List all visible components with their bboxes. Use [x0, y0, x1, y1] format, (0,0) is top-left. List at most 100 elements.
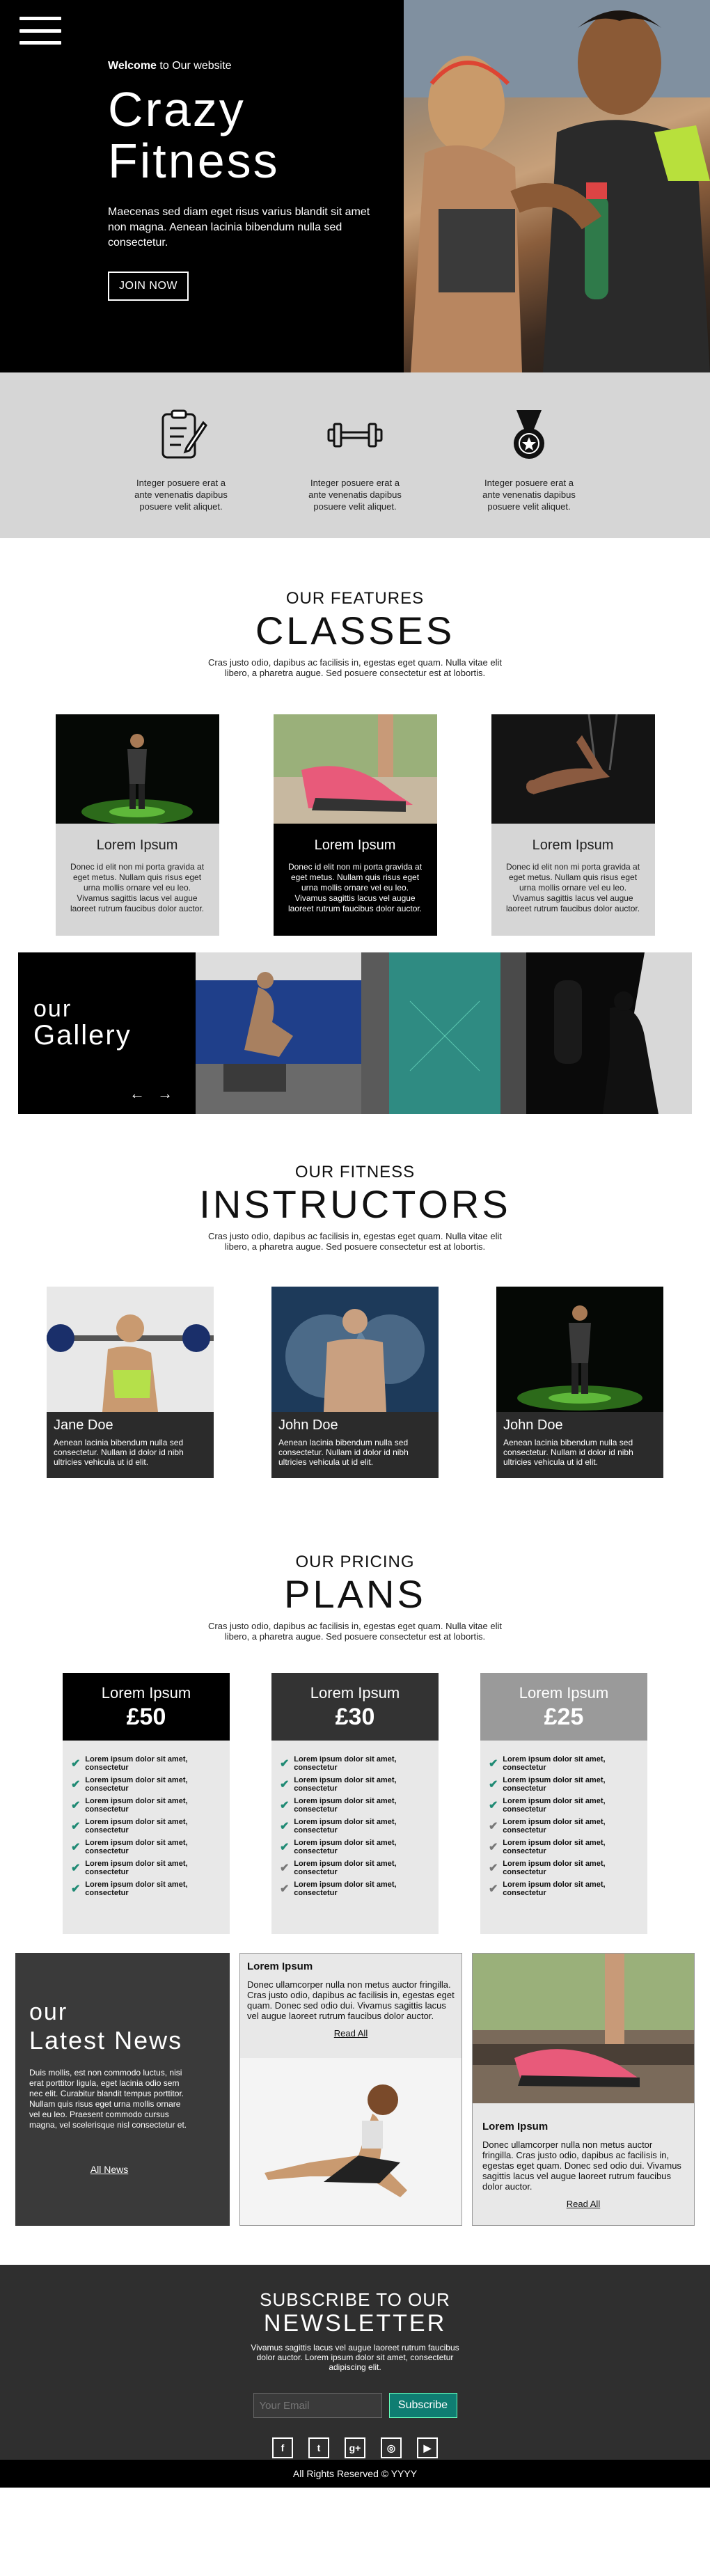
hero-welcome-bold: Welcome	[108, 60, 157, 72]
news-card-text: Lorem Ipsum Donec ullamcorper nulla non …	[240, 1954, 462, 2058]
class-card[interactable]: Lorem Ipsum Donec id elit non mi porta g…	[491, 714, 655, 936]
plan-name: Lorem Ipsum	[310, 1684, 400, 1702]
gallery-image[interactable]	[361, 952, 527, 1114]
read-all-link[interactable]: Read All	[482, 2199, 684, 2209]
hero-text: Welcome to Our website Crazy Fitness Mae…	[108, 60, 386, 301]
youtube-icon[interactable]: ▶	[417, 2437, 438, 2458]
newsletter-title: NEWSLETTER	[263, 2310, 447, 2337]
news-card-title: Lorem Ipsum	[247, 1961, 313, 1972]
plan-feature-item: ✔ Lorem ipsum dolor sit amet, consectetur	[489, 1753, 639, 1774]
plan-header: Lorem Ipsum £30	[271, 1673, 439, 1741]
read-all-link[interactable]: Read All	[247, 2028, 455, 2039]
check-icon: ✔	[280, 1862, 290, 1874]
instructor-text: Aenean lacinia bibendum nulla sed consec…	[54, 1438, 184, 1467]
news-card-body: Donec ullamcorper nulla non metus auctor…	[247, 1979, 455, 2021]
class-text: Donec id elit non mi porta gravida at eg…	[70, 862, 205, 913]
plan-feature-item: ✔ Lorem ipsum dolor sit amet, consectetur	[280, 1878, 430, 1899]
plan-card[interactable]: Lorem Ipsum £50 ✔ Lorem ipsum dolor sit a…	[63, 1673, 230, 1934]
email-field[interactable]	[253, 2393, 382, 2418]
class-title: Lorem Ipsum	[96, 838, 178, 853]
arrow-left-icon[interactable]: ←	[129, 1085, 149, 1102]
plan-feature-item: ✔ Lorem ipsum dolor sit amet, consectetur	[489, 1878, 639, 1899]
class-body: Lorem Ipsum Donec id elit non mi porta g…	[491, 824, 655, 936]
feature-item: Integer posuere erat a ante venenatis da…	[442, 407, 616, 538]
newsletter-form: Subscribe	[0, 2393, 710, 2418]
news-title: Latest News	[29, 2026, 183, 2055]
feature-text: Integer posuere erat a ante venenatis da…	[134, 478, 228, 512]
news-card-body: Donec ullamcorper nulla non metus auctor…	[482, 2139, 681, 2192]
plan-feature-item: ✔ Lorem ipsum dolor sit amet, consectetur	[280, 1774, 430, 1795]
check-icon: ✔	[71, 1779, 81, 1791]
plan-feature-text: Lorem ipsum dolor sit amet, consectetur	[503, 1755, 606, 1772]
instructor-body: John Doe Aenean lacinia bibendum nulla s…	[271, 1412, 439, 1478]
plan-feature-item: ✔ Lorem ipsum dolor sit amet, consectetur	[71, 1795, 221, 1816]
plan-feature-text: Lorem ipsum dolor sit amet, consectetur	[85, 1860, 188, 1876]
plan-feature-text: Lorem ipsum dolor sit amet, consectetur	[85, 1818, 188, 1835]
class-card[interactable]: Lorem Ipsum Donec id elit non mi porta g…	[55, 714, 219, 936]
hero-description: Maecenas sed diam eget risus varius blan…	[108, 206, 370, 249]
check-icon: ✔	[280, 1841, 290, 1853]
feature-item: Integer posuere erat a ante venenatis da…	[268, 407, 442, 538]
instructor-card[interactable]: Jane Doe Aenean lacinia bibendum nulla s…	[47, 1287, 214, 1478]
plan-price: £30	[335, 1704, 375, 1730]
plan-feature-text: Lorem ipsum dolor sit amet, consectetur	[294, 1880, 397, 1897]
plan-feature-text: Lorem ipsum dolor sit amet, consectetur	[503, 1797, 606, 1814]
section-title: CLASSES	[255, 608, 455, 652]
plan-feature-item: ✔ Lorem ipsum dolor sit amet, consectetur	[280, 1753, 430, 1774]
google-plus-icon[interactable]: g+	[345, 2437, 365, 2458]
instructor-card[interactable]: John Doe Aenean lacinia bibendum nulla s…	[496, 1287, 663, 1478]
check-icon: ✔	[489, 1800, 498, 1812]
plan-feature-item: ✔ Lorem ipsum dolor sit amet, consectetur	[489, 1774, 639, 1795]
plan-feature-item: ✔ Lorem ipsum dolor sit amet, consectetur	[489, 1837, 639, 1858]
check-icon: ✔	[71, 1883, 81, 1895]
plan-feature-text: Lorem ipsum dolor sit amet, consectetur	[85, 1797, 188, 1814]
subscribe-button[interactable]: Subscribe	[388, 2393, 457, 2418]
feature-text: Integer posuere erat a ante venenatis da…	[482, 478, 576, 512]
gallery-image[interactable]	[196, 952, 361, 1114]
instructor-name: Jane Doe	[54, 1417, 113, 1433]
menu-icon[interactable]	[19, 17, 61, 45]
plan-feature-text: Lorem ipsum dolor sit amet, consectetur	[294, 1860, 397, 1876]
plan-feature-list: ✔ Lorem ipsum dolor sit amet, consectetur…	[271, 1741, 439, 1899]
hero-welcome: Welcome to Our website	[108, 60, 386, 72]
plan-header: Lorem Ipsum £25	[480, 1673, 647, 1741]
class-image	[273, 714, 437, 824]
join-now-button[interactable]: JOIN NOW	[108, 272, 189, 301]
section-description: Cras justo odio, dapibus ac facilisis in…	[208, 657, 502, 678]
plan-name: Lorem Ipsum	[519, 1684, 609, 1702]
plan-feature-text: Lorem ipsum dolor sit amet, consectetur	[503, 1860, 606, 1876]
check-icon: ✔	[280, 1883, 290, 1895]
check-icon: ✔	[71, 1821, 81, 1832]
gallery-image[interactable]	[526, 952, 692, 1114]
check-icon: ✔	[489, 1779, 498, 1791]
section-kicker: OUR FITNESS	[294, 1163, 416, 1181]
plan-card[interactable]: Lorem Ipsum £25 ✔ Lorem ipsum dolor sit a…	[480, 1673, 647, 1934]
plan-feature-item: ✔ Lorem ipsum dolor sit amet, consectetur	[489, 1816, 639, 1837]
arrow-right-icon[interactable]: →	[157, 1085, 177, 1102]
twitter-icon[interactable]: t	[308, 2437, 329, 2458]
all-news-link[interactable]: All News	[29, 2164, 189, 2175]
check-icon: ✔	[489, 1758, 498, 1770]
news-card-text: Lorem Ipsum Donec ullamcorper nulla non …	[473, 2103, 694, 2209]
check-icon: ✔	[489, 1862, 498, 1874]
hero-title-line2: Fitness	[108, 134, 280, 188]
plan-feature-text: Lorem ipsum dolor sit amet, consectetur	[85, 1880, 188, 1897]
plans-header: OUR PRICING PLANS Cras justo odio, dapib…	[0, 1553, 710, 1642]
instructor-name: John Doe	[503, 1417, 563, 1433]
instructor-card[interactable]: John Doe Aenean lacinia bibendum nulla s…	[271, 1287, 439, 1478]
newsletter-description: Vivamus sagittis lacus vel augue laoreet…	[251, 2343, 459, 2372]
plan-card[interactable]: Lorem Ipsum £30 ✔ Lorem ipsum dolor sit a…	[271, 1673, 439, 1934]
feature-strip: Integer posuere erat a ante venenatis da…	[0, 372, 710, 538]
facebook-icon[interactable]: f	[272, 2437, 293, 2458]
plan-feature-list: ✔ Lorem ipsum dolor sit amet, consectetur…	[63, 1741, 230, 1899]
plan-feature-text: Lorem ipsum dolor sit amet, consectetur	[85, 1755, 188, 1772]
instructors-section: OUR FITNESS INSTRUCTORS Cras justo odio,…	[0, 1114, 710, 1521]
feature-text: Integer posuere erat a ante venenatis da…	[308, 478, 402, 512]
instagram-icon[interactable]: ◎	[381, 2437, 402, 2458]
plan-feature-text: Lorem ipsum dolor sit amet, consectetur	[503, 1776, 606, 1793]
class-card[interactable]: Lorem Ipsum Donec id elit non mi porta g…	[273, 714, 437, 936]
plan-feature-text: Lorem ipsum dolor sit amet, consectetur	[294, 1755, 397, 1772]
plan-feature-text: Lorem ipsum dolor sit amet, consectetur	[503, 1839, 606, 1855]
plan-header: Lorem Ipsum £50	[63, 1673, 230, 1741]
medal-icon	[514, 410, 544, 459]
